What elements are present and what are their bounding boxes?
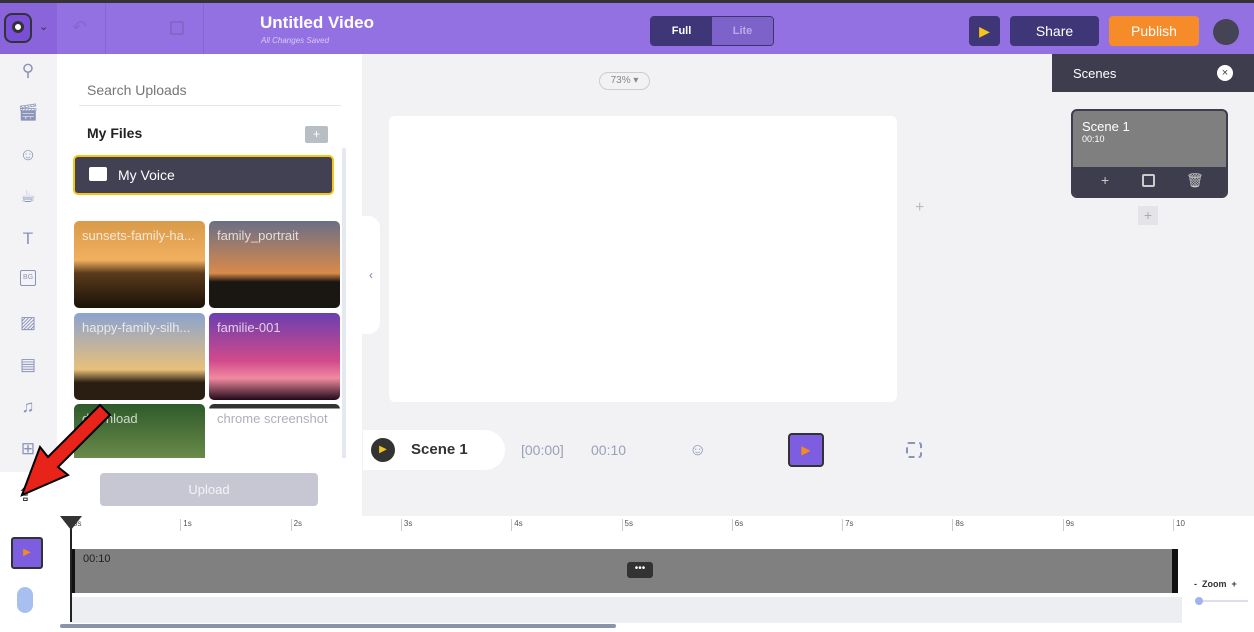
time-start: [00:00] [521, 442, 564, 458]
character-icon[interactable]: ☺ [689, 440, 706, 460]
search-icon[interactable]: ⚲ [17, 60, 39, 82]
upload-icon: ⇪ [17, 484, 34, 506]
time-tick: 8s [952, 519, 964, 531]
sidebar: ⚲ 🎬︎ ☺ ☕︎ T BG ▨ ▤ ♫ ⊞ ⇪ [0, 54, 57, 516]
logo-icon [4, 13, 32, 43]
stage-canvas[interactable] [389, 116, 897, 402]
zoom-slider[interactable] [1195, 597, 1248, 605]
time-tick: 7s [842, 519, 854, 531]
play-scene-button[interactable]: ▶ [371, 438, 395, 462]
scenes-header: Scenes × [1052, 54, 1254, 92]
file-thumbnail[interactable]: familie-001 [209, 313, 340, 400]
file-thumbnail[interactable]: download [74, 404, 205, 458]
file-thumbnail[interactable]: chrome screenshot [209, 404, 340, 458]
video-icon[interactable]: ▤ [17, 354, 39, 376]
video-track-icon: ▶ [11, 537, 43, 569]
uploads-panel: My Files + My Voice sunsets-family-ha...… [57, 54, 362, 516]
search-uploads-input[interactable] [79, 74, 341, 106]
avatar[interactable] [1213, 19, 1239, 45]
app-menu-button[interactable]: ⌄ [0, 3, 57, 54]
time-tick: 3s [400, 519, 412, 531]
mode-toggle: Full Lite [650, 16, 774, 46]
horizontal-scrollbar[interactable] [60, 624, 616, 628]
screenshot-icon[interactable] [906, 442, 922, 458]
scene-card[interactable]: Scene 1 00:10 + 🗑︎ [1071, 109, 1228, 198]
file-thumbnail[interactable]: happy-family-silh... [74, 313, 205, 400]
file-thumbnail[interactable]: family_portrait [209, 221, 340, 308]
playhead-handle[interactable] [60, 516, 82, 530]
folder-icon [89, 167, 107, 181]
file-thumbnail[interactable]: sunsets-family-ha... [74, 221, 205, 308]
time-tick: 6s [731, 519, 743, 531]
time-tick: 5s [621, 519, 633, 531]
upload-tab[interactable]: ⇪ [0, 472, 57, 516]
scene-clip[interactable]: 00:10 ••• [72, 549, 1178, 593]
timeline: 0s 1s 2s 3s 4s 5s 6s 7s 8s 9s 10 ▶ 00:10 ••• - Zoo… [0, 516, 1254, 632]
add-scene-button[interactable]: + [1138, 206, 1158, 225]
publish-button[interactable]: Publish [1109, 16, 1199, 46]
preview-button[interactable]: ▶ [969, 16, 1000, 46]
folder-my-voice[interactable]: My Voice [73, 155, 334, 195]
text-icon[interactable]: T [17, 228, 39, 250]
section-title: My Files [87, 125, 143, 141]
scene-player: ▶ Scene 1 [363, 430, 505, 470]
add-icon[interactable]: + [1101, 172, 1109, 188]
add-scene-icon[interactable]: + [915, 199, 924, 217]
duplicate-icon[interactable] [1142, 174, 1155, 187]
time-tick: 1s [180, 519, 192, 531]
zoom-in-button[interactable]: + [1232, 579, 1237, 589]
close-icon[interactable]: × [1217, 65, 1233, 81]
image-icon[interactable]: ▨ [17, 312, 39, 334]
video-title[interactable]: Untitled Video [260, 13, 374, 33]
new-folder-button[interactable]: + [305, 126, 328, 143]
background-icon[interactable]: BG [20, 270, 36, 286]
library-icon[interactable]: 🎬︎ [17, 102, 39, 124]
save-status: All Changes Saved [261, 36, 330, 45]
undo-icon[interactable]: ↶ [72, 17, 87, 38]
duplicate-icon[interactable] [170, 21, 184, 35]
chevron-down-icon: ⌄ [39, 21, 49, 33]
zoom-dropdown[interactable]: 73% ▾ [599, 72, 650, 90]
character-icon[interactable]: ☺ [17, 144, 39, 166]
play-icon: ▶ [979, 22, 990, 39]
zoom-out-button[interactable]: - [1194, 579, 1197, 589]
effects-icon[interactable]: ⊞ [17, 438, 39, 460]
scene-label: Scene 1 [411, 441, 468, 458]
mode-full[interactable]: Full [651, 17, 712, 45]
audio-track[interactable] [72, 597, 1182, 623]
trash-icon[interactable]: 🗑︎ [1186, 172, 1204, 189]
mode-lite[interactable]: Lite [712, 17, 773, 45]
time-tick: 9s [1062, 519, 1074, 531]
scrollbar[interactable] [342, 148, 346, 458]
music-icon[interactable]: ♫ [17, 396, 39, 418]
collapse-panel-button[interactable]: ‹ [362, 216, 380, 334]
zoom-label: Zoom [1202, 579, 1227, 589]
top-bar: ⌄ ↶ Untitled Video All Changes Saved Ful… [0, 0, 1254, 54]
share-button[interactable]: Share [1010, 16, 1099, 46]
voice-track-icon[interactable] [17, 587, 33, 613]
more-options-button[interactable]: ••• [627, 562, 653, 578]
time-total: 00:10 [591, 442, 627, 458]
video-clip-icon[interactable]: ▶ [788, 433, 824, 467]
props-icon[interactable]: ☕︎ [17, 186, 39, 208]
time-tick: 10 [1173, 519, 1185, 531]
time-tick: 2s [290, 519, 302, 531]
upload-button[interactable]: Upload [100, 473, 318, 506]
time-tick: 4s [511, 519, 523, 531]
scenes-panel: Scenes × Scene 1 00:10 + 🗑︎ + [1052, 54, 1254, 516]
